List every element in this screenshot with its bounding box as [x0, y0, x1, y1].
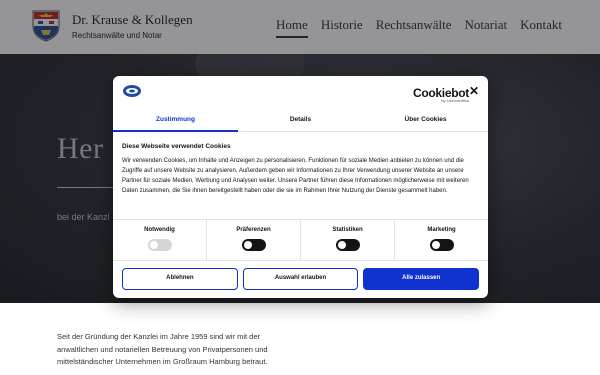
- allow-all-button[interactable]: Alle zulassen: [363, 268, 480, 290]
- switch-notwendig: Notwendig: [113, 220, 207, 260]
- decline-button[interactable]: Ablehnen: [122, 268, 238, 290]
- intro-paragraph: Seit der Gründung der Kanzlei im Jahre 1…: [57, 332, 268, 366]
- switch-praeferenzen: Präferenzen: [207, 220, 301, 260]
- switch-label: Statistiken: [332, 227, 363, 233]
- toggle-praeferenzen[interactable]: [241, 239, 266, 251]
- toggle-statistiken[interactable]: [335, 239, 360, 251]
- cookie-consent-dialog: Cookiebot by Usercentrics ✕ Zustimmung D…: [113, 76, 488, 298]
- switch-label: Notwendig: [144, 227, 175, 233]
- switch-label: Präferenzen: [236, 227, 271, 233]
- consent-buttons: Ablehnen Auswahl erlauben Alle zulassen: [122, 268, 480, 290]
- close-icon[interactable]: ✕: [469, 84, 479, 98]
- switch-label: Marketing: [427, 227, 456, 233]
- tab-details[interactable]: Details: [238, 110, 363, 131]
- cookie-title: Diese Webseite verwendet Cookies: [122, 143, 231, 150]
- cookie-tabs: Zustimmung Details Über Cookies: [113, 110, 488, 132]
- toggle-notwendig[interactable]: [147, 239, 172, 251]
- switch-marketing: Marketing: [395, 220, 488, 260]
- cookie-description: Wir verwenden Cookies, um Inhalte und An…: [122, 158, 469, 194]
- tab-ueber-cookies[interactable]: Über Cookies: [363, 110, 488, 131]
- switch-statistiken: Statistiken: [301, 220, 395, 260]
- cookiebot-logo[interactable]: Cookiebot by Usercentrics: [413, 86, 469, 103]
- tab-zustimmung[interactable]: Zustimmung: [113, 110, 238, 132]
- toggle-marketing[interactable]: [429, 239, 454, 251]
- allow-selection-button[interactable]: Auswahl erlauben: [242, 268, 359, 290]
- consent-switches: Notwendig Präferenzen Statistiken Market…: [113, 219, 488, 261]
- site-logo-icon: [123, 85, 141, 97]
